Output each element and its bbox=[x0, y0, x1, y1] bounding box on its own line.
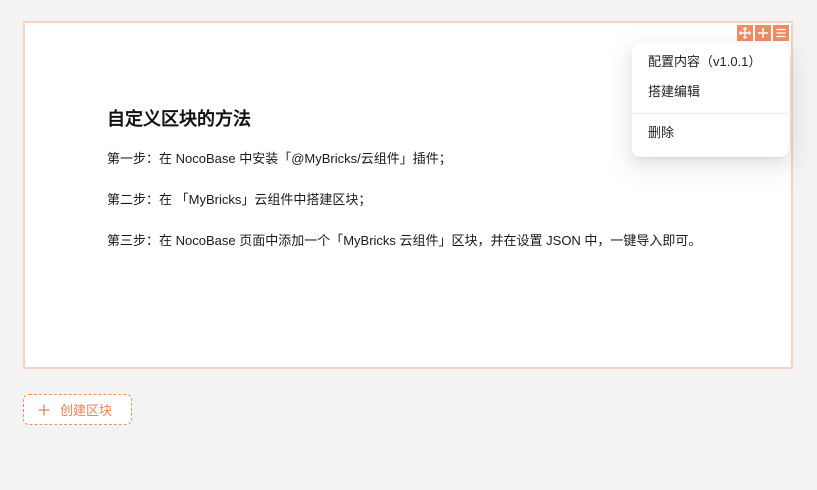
menu-item-build-edit[interactable]: 搭建编辑 bbox=[632, 77, 789, 107]
block-settings-menu: 配置内容（v1.0.1） 搭建编辑 删除 bbox=[632, 43, 789, 157]
menu-item-delete[interactable]: 删除 bbox=[632, 118, 789, 148]
menu-item-configure-content[interactable]: 配置内容（v1.0.1） bbox=[632, 47, 789, 77]
create-block-label: 创建区块 bbox=[60, 403, 113, 418]
create-block-button[interactable]: 创建区块 bbox=[23, 394, 132, 425]
block-toolbar bbox=[737, 25, 789, 41]
drag-icon[interactable] bbox=[737, 25, 753, 41]
step-2: 第二步：在 「MyBricks」云组件中搭建区块； bbox=[107, 192, 372, 207]
step-3: 第三步：在 NocoBase 页面中添加一个「MyBricks 云组件」区块，并… bbox=[107, 233, 702, 248]
menu-divider bbox=[632, 113, 789, 114]
add-icon[interactable] bbox=[755, 25, 771, 41]
menu-icon[interactable] bbox=[773, 25, 789, 41]
plus-icon bbox=[38, 404, 50, 416]
